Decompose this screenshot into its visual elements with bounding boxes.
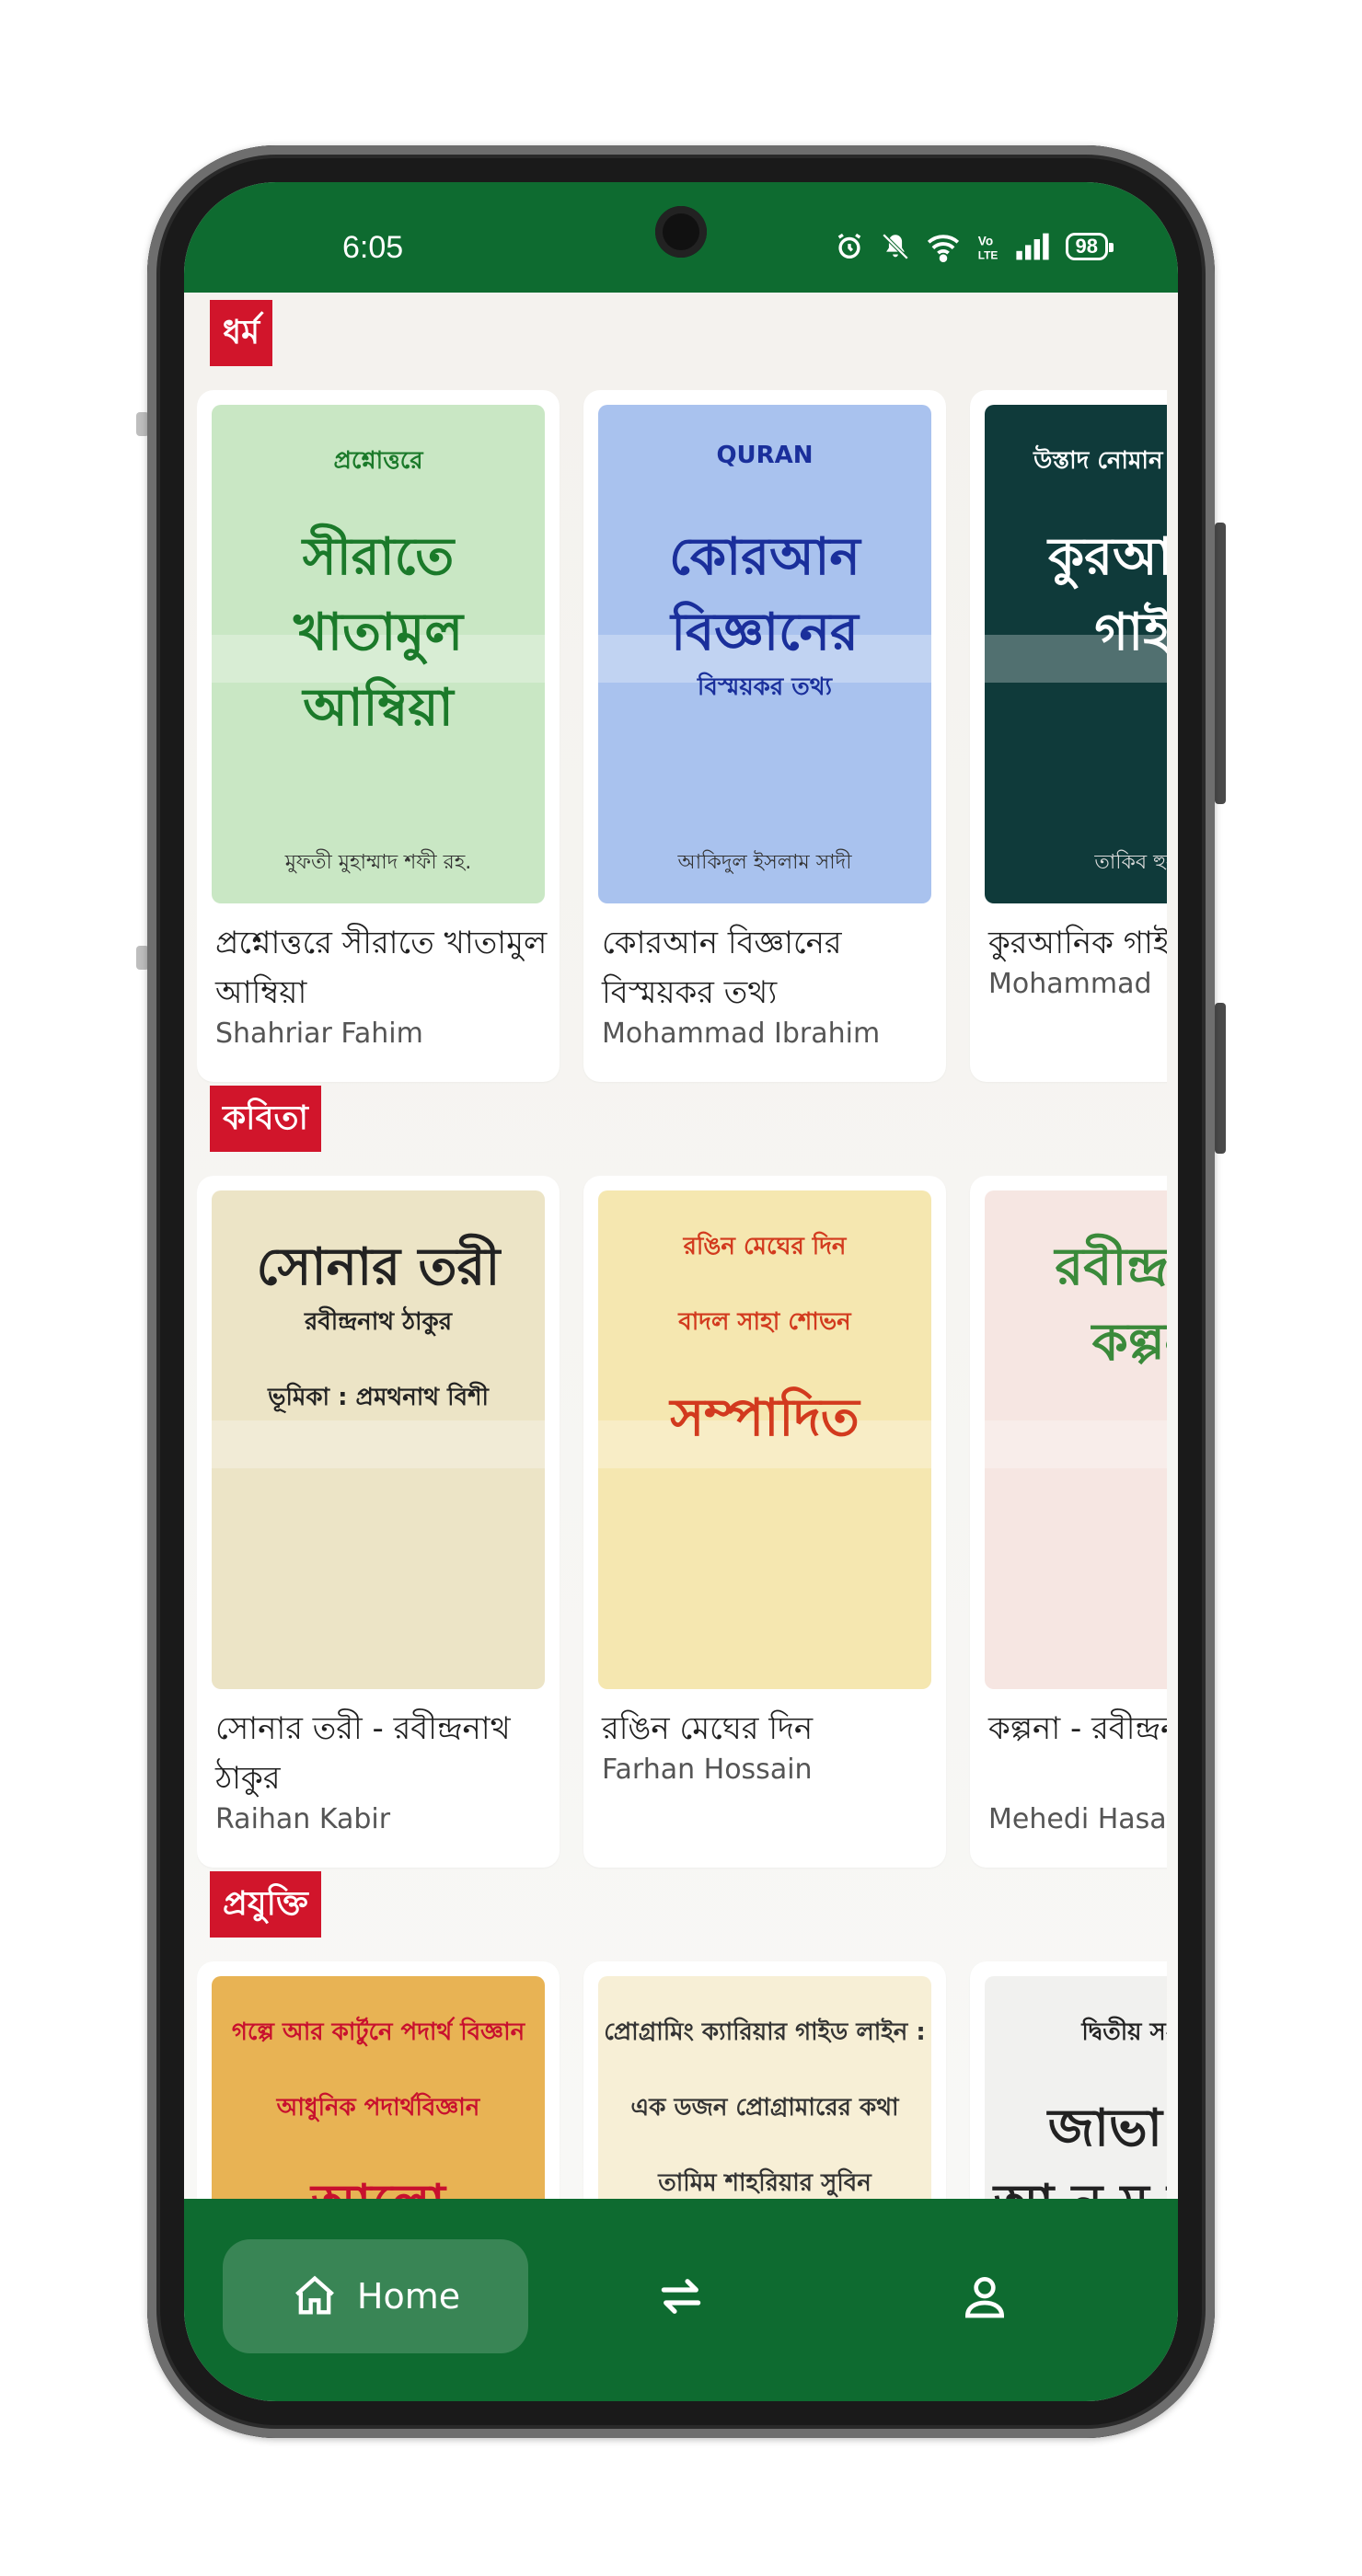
cover-text-line: বাদল সাহা শোভন	[678, 1308, 851, 1336]
book-cover-image[interactable]: প্রশ্নোত্তরে সীরাতে খাতামুল আম্বিয়া মুফতী ম…	[212, 405, 545, 903]
exchange-icon	[661, 2279, 701, 2314]
cover-text-line: উস্তাদ নোমান আলী খান	[1033, 447, 1167, 475]
svg-text:LTE: LTE	[977, 249, 998, 262]
cover-watermark	[212, 1420, 545, 1468]
book-author: Mohammad Ibrahim	[602, 1018, 881, 1050]
cover-text-line: রবীন্দ্রনাথ	[1055, 1237, 1167, 1297]
cover-text-line: সোনার তরী	[256, 1237, 501, 1297]
cover-text-line: আধুনিক পদার্থবিজ্ঞান	[276, 2094, 480, 2122]
section-category-badge[interactable]: প্রযুক্তি	[210, 1871, 321, 1938]
cover-text-line: সম্পাদিত	[670, 1388, 860, 1448]
nav-home-label: Home	[356, 2276, 461, 2317]
status-icons: Vo LTE 98	[834, 228, 1114, 265]
cover-text-line: কোরআন	[669, 527, 860, 587]
cover-text-line: গল্পে আর কার্টুনে পদার্থ বিজ্ঞান	[231, 2018, 525, 2046]
user-icon	[964, 2277, 1005, 2318]
section-category-badge[interactable]: ধর্ম	[210, 300, 273, 366]
status-bar: 6:05 Vo LTE 98	[184, 182, 1178, 293]
book-cover-image[interactable]: প্রোগ্রামিং ক্যারিয়ার গাইড লাইন : এক ডজন…	[598, 1976, 931, 2217]
cover-text-line: QURAN	[716, 442, 814, 469]
cover-text-line: ভূমিকা : প্রমথনাথ বিশী	[268, 1384, 489, 1411]
home-content[interactable]: ধর্ম প্রশ্নোত্তরে সীরাতে খাতামুল আম্বিয়া মুফ…	[184, 293, 1178, 2217]
cover-watermark	[985, 1420, 1167, 1468]
nav-home-button[interactable]: Home	[223, 2239, 528, 2353]
book-card[interactable]: সোনার তরী রবীন্দ্রনাথ ঠাকুর ভূমিকা : প্রমথ…	[197, 1176, 560, 1868]
book-title: সোনার তরী - রবীন্দ্রনাথ ঠাকুর	[215, 1710, 511, 1797]
book-author: Mehedi Hasan	[988, 1803, 1167, 1835]
book-section: কবিতা সোনার তরী রবীন্দ্রনাথ ঠাকুর ভূমিকা : …	[184, 1086, 1178, 1877]
nav-exchange-button[interactable]	[648, 2263, 714, 2329]
book-card[interactable]: QURAN কোরআন বিজ্ঞানের বিস্ময়কর তথ্য আকিদুল …	[583, 390, 946, 1082]
book-carousel[interactable]: গল্পে আর কার্টুনে পদার্থ বিজ্ঞান আধুনিক প…	[197, 1961, 1167, 2217]
cover-text-line: প্রোগ্রামিং ক্যারিয়ার গাইড লাইন :	[604, 2018, 926, 2046]
book-section: ধর্ম প্রশ্নোত্তরে সীরাতে খাতামুল আম্বিয়া মুফ…	[184, 300, 1178, 1091]
cover-text-line: বিজ্ঞানের	[671, 603, 859, 662]
cover-text-line: গাইড	[1094, 603, 1167, 662]
cover-text-line: রবীন্দ্রনাথ ঠাকুর	[304, 1308, 453, 1336]
signal-icon	[1015, 233, 1049, 260]
cover-text-line: দ্বিতীয় সংস্করণ	[1081, 2018, 1167, 2046]
phone-screen: 6:05 Vo LTE 98 ধর্ম প্রশ্নোত্তরে সীরাতে খাতা…	[184, 182, 1178, 2401]
book-author: Mohammad	[988, 968, 1152, 1000]
book-card[interactable]: উস্তাদ নোমান আলী খান কুরআনিক গাইড তাকিব হুস…	[970, 390, 1167, 1082]
front-camera	[655, 206, 707, 258]
book-cover-image[interactable]: QURAN কোরআন বিজ্ঞানের বিস্ময়কর তথ্য আকিদুল …	[598, 405, 931, 903]
book-cover-image[interactable]: রঙিন মেঘের দিন বাদল সাহা শোভন সম্পাদিত	[598, 1190, 931, 1689]
book-carousel[interactable]: প্রশ্নোত্তরে সীরাতে খাতামুল আম্বিয়া মুফতী ম…	[197, 390, 1167, 1093]
cover-text-line: আম্বিয়া	[303, 678, 454, 738]
mute-icon	[882, 233, 908, 260]
cover-author-line: তাকিব হুসাইন	[1094, 851, 1167, 874]
cover-text-line: খাতামুল	[293, 603, 464, 662]
book-cover-image[interactable]: রবীন্দ্রনাথ কল্পনা	[985, 1190, 1167, 1689]
cover-text-line: জাভা প্রো	[1047, 2099, 1167, 2158]
book-author: Farhan Hossain	[602, 1754, 813, 1786]
book-title: রঙিন মেঘের দিন	[602, 1710, 814, 1747]
book-cover-image[interactable]: উস্তাদ নোমান আলী খান কুরআনিক গাইড তাকিব হুস…	[985, 405, 1167, 903]
book-cover-image[interactable]: সোনার তরী রবীন্দ্রনাথ ঠাকুর ভূমিকা : প্রমথ…	[212, 1190, 545, 1689]
book-author: Raihan Kabir	[215, 1803, 391, 1835]
cover-text-line: সীরাতে	[302, 527, 455, 587]
power-button	[1215, 1003, 1226, 1154]
wifi-icon	[927, 235, 959, 262]
battery-indicator: 98	[1065, 233, 1114, 260]
cover-author-line: আকিদুল ইসলাম সাদী	[677, 851, 852, 874]
cover-text-line: এক ডজন প্রোগ্রামারের কথা	[630, 2094, 899, 2122]
book-card[interactable]: প্রশ্নোত্তরে সীরাতে খাতামুল আম্বিয়া মুফতী ম…	[197, 390, 560, 1082]
book-author: Shahriar Fahim	[215, 1018, 423, 1050]
battery-level: 98	[1075, 235, 1098, 258]
cover-text-line: রঙিন মেঘের দিন	[683, 1233, 847, 1260]
book-cover-image[interactable]: গল্পে আর কার্টুনে পদার্থ বিজ্ঞান আধুনিক প…	[212, 1976, 545, 2217]
book-card[interactable]: গল্পে আর কার্টুনে পদার্থ বিজ্ঞান আধুনিক প…	[197, 1961, 560, 2217]
cover-text-line: প্রশ্নোত্তরে	[333, 447, 423, 475]
svg-text:Vo: Vo	[977, 234, 992, 247]
book-cover-image[interactable]: দ্বিতীয় সংস্করণজাভা প্রোআ ন ম বজলুর	[985, 1976, 1167, 2217]
volte-icon: Vo LTE	[977, 234, 998, 262]
cover-text-line: কুরআনিক	[1048, 527, 1167, 587]
book-title: কল্পনা - রবীন্দ্রনাথ ঠাকুর	[988, 1710, 1167, 1747]
book-title: প্রশ্নোত্তরে সীরাতে খাতামুল আম্বিয়া	[215, 925, 548, 1011]
book-card[interactable]: রবীন্দ্রনাথ কল্পনা কল্পনা - রবীন্দ্রনাথ ঠা…	[970, 1176, 1167, 1868]
book-card[interactable]: দ্বিতীয় সংস্করণজাভা প্রোআ ন ম বজলুরজাভা…	[970, 1961, 1167, 2217]
book-carousel[interactable]: সোনার তরী রবীন্দ্রনাথ ঠাকুর ভূমিকা : প্রমথ…	[197, 1176, 1167, 1879]
cover-author-line: মুফতী মুহাম্মাদ শফী রহ.	[284, 851, 472, 874]
book-card[interactable]: প্রোগ্রামিং ক্যারিয়ার গাইড লাইন : এক ডজন…	[583, 1961, 946, 2217]
cover-text-line: বিস্ময়কর তথ্য	[697, 673, 833, 701]
cover-text-line: কল্পনা	[1091, 1313, 1167, 1373]
alarm-icon	[837, 233, 860, 259]
nav-profile-button[interactable]	[952, 2263, 1018, 2329]
section-category-badge[interactable]: কবিতা	[210, 1086, 321, 1152]
home-icon	[294, 2275, 334, 2315]
book-card[interactable]: রঙিন মেঘের দিন বাদল সাহা শোভন সম্পাদিত রঙিন…	[583, 1176, 946, 1868]
book-title: কোরআন বিজ্ঞানের বিস্ময়কর তথ্য	[602, 925, 842, 1011]
volume-button	[1215, 523, 1226, 804]
book-title: কুরআনিক গাইড	[988, 925, 1167, 961]
bottom-navigation: Home	[184, 2199, 1178, 2401]
book-section: প্রযুক্তি গল্পে আর কার্টুনে পদার্থ বিজ্ঞা…	[184, 1871, 1178, 2217]
status-time: 6:05	[342, 230, 404, 265]
